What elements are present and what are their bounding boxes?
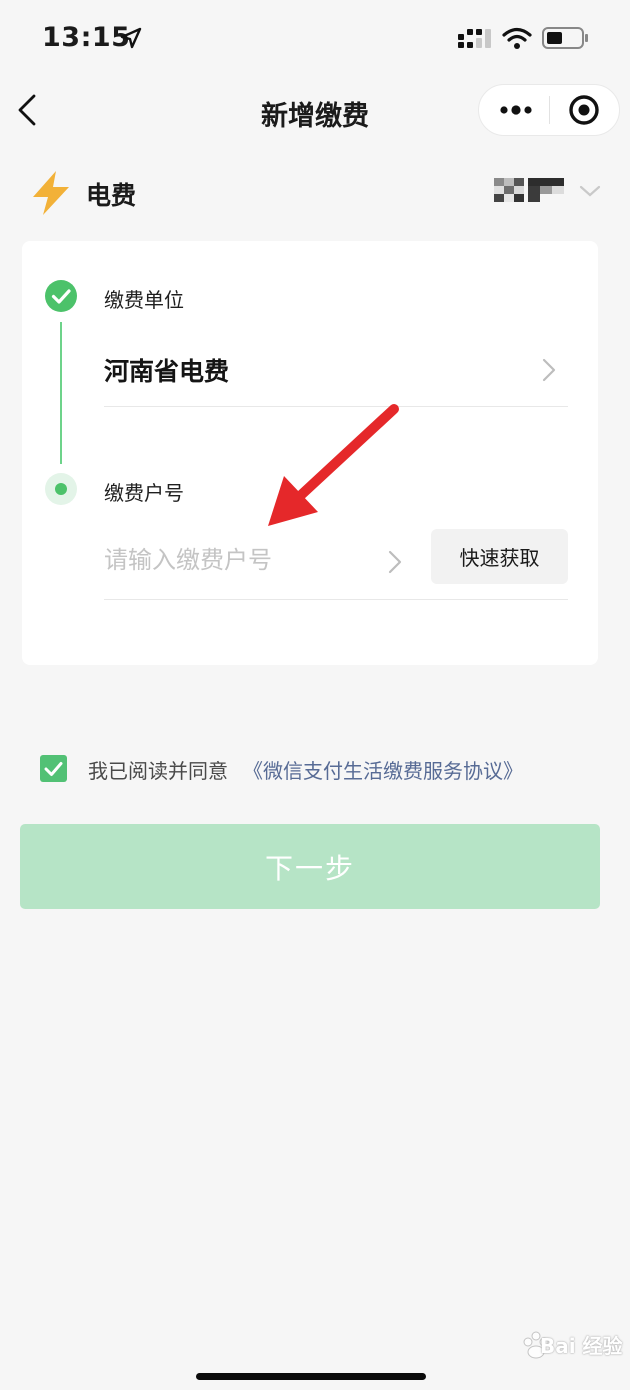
chevron-down-icon[interactable]	[578, 182, 602, 200]
quick-fetch-button[interactable]: 快速获取	[431, 529, 568, 584]
annotation-arrow-icon	[268, 404, 399, 526]
status-time: 13:15	[42, 22, 131, 53]
account-label: 缴费户号	[104, 481, 184, 505]
chevron-right-icon[interactable]	[540, 357, 558, 383]
agreement-checkbox[interactable]	[40, 755, 67, 782]
step-complete-check-icon	[45, 280, 77, 312]
battery-icon	[542, 27, 588, 49]
account-number-input[interactable]	[104, 540, 374, 580]
watermark-text: Bai 经验	[540, 1334, 623, 1358]
region-selector-mosaic[interactable]	[494, 178, 568, 202]
more-icon[interactable]	[496, 96, 536, 124]
unit-value[interactable]: 河南省电费	[104, 352, 229, 388]
lightning-icon	[33, 171, 69, 215]
unit-label: 缴费单位	[104, 288, 184, 312]
step-current-dot-icon	[45, 473, 77, 505]
wifi-icon	[502, 27, 532, 49]
category-label: 电费	[86, 181, 137, 210]
row-divider	[104, 599, 568, 600]
home-indicator	[196, 1373, 426, 1380]
chevron-right-icon[interactable]	[386, 549, 404, 575]
capsule-divider	[549, 96, 550, 124]
next-step-button[interactable]: 下一步	[20, 824, 600, 909]
close-mini-program-icon[interactable]	[566, 92, 602, 128]
agreement-link[interactable]: 《微信支付生活缴费服务协议》	[243, 755, 523, 784]
agreement-text: 我已阅读并同意	[88, 759, 228, 783]
step-connector-line	[60, 322, 62, 464]
cellular-signal-icon	[458, 29, 491, 48]
location-arrow-icon	[120, 27, 142, 49]
